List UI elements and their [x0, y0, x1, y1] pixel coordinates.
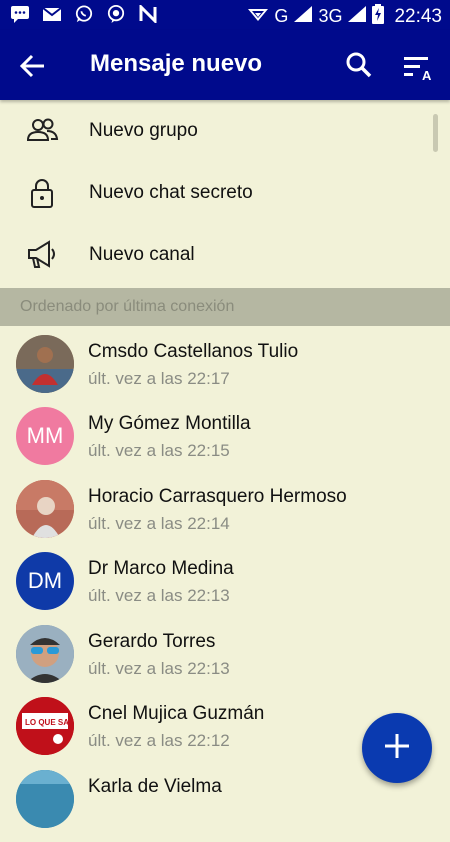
group-icon	[25, 114, 59, 148]
lock-icon	[25, 176, 59, 210]
signal-icon	[294, 6, 313, 27]
section-header-label: Ordenado por última conexión	[20, 298, 235, 315]
scrollbar-thumb[interactable]	[433, 114, 438, 152]
network-type-label: G	[274, 6, 289, 26]
contact-row[interactable]: Horacio Carrasquero Hermoso últ. vez a l…	[0, 480, 450, 552]
avatar	[16, 770, 74, 828]
svg-text:A: A	[422, 68, 432, 82]
avatar: DM	[16, 552, 74, 610]
avatar: LO QUE SABE	[16, 697, 74, 755]
contact-status: últ. vez a las 22:13	[88, 659, 230, 678]
new-group-label: Nuevo grupo	[89, 120, 198, 141]
contact-name: My Gómez Montilla	[88, 413, 251, 434]
contact-row[interactable]: Karla de Vielma	[0, 770, 450, 842]
contact-name: Gerardo Torres	[88, 631, 216, 652]
contact-row[interactable]: DM Dr Marco Medina últ. vez a las 22:13	[0, 552, 450, 624]
contact-status: últ. vez a las 22:17	[88, 369, 230, 388]
contact-status: últ. vez a las 22:13	[88, 586, 230, 605]
new-secret-chat-item[interactable]: Nuevo chat secreto	[0, 162, 450, 224]
new-channel-label: Nuevo canal	[89, 244, 195, 265]
contact-name: Karla de Vielma	[88, 776, 222, 797]
contact-name: Horacio Carrasquero Hermoso	[88, 486, 347, 507]
new-group-item[interactable]: Nuevo grupo	[0, 100, 450, 162]
contact-name: Cnel Mujica Guzmán	[88, 703, 265, 724]
search-icon[interactable]	[345, 51, 373, 79]
avatar	[16, 625, 74, 683]
avatar-logo-text: LO QUE SABE	[25, 718, 74, 727]
contact-row[interactable]: Gerardo Torres últ. vez a las 22:13	[0, 625, 450, 697]
new-secret-chat-label: Nuevo chat secreto	[89, 182, 253, 203]
messenger-icon	[106, 5, 126, 23]
sms-icon	[10, 5, 30, 23]
contact-status: últ. vez a las 22:15	[88, 441, 230, 460]
contact-status: últ. vez a las 22:12	[88, 731, 230, 750]
avatar	[16, 480, 74, 538]
battery-charging-icon	[372, 4, 385, 29]
section-header: Ordenado por última conexión	[0, 288, 450, 326]
sort-az-icon[interactable]: A	[402, 52, 436, 83]
gmail-icon	[42, 5, 62, 23]
contact-row[interactable]: Cmsdo Castellanos Tulio últ. vez a las 2…	[0, 335, 450, 407]
contact-status: últ. vez a las 22:14	[88, 514, 230, 533]
contact-row[interactable]: MM My Gómez Montilla últ. vez a las 22:1…	[0, 407, 450, 479]
avatar-initials: MM	[26, 423, 64, 448]
whatsapp-icon	[74, 5, 94, 23]
clock: 22:43	[394, 5, 442, 27]
avatar-initials: DM	[27, 568, 63, 593]
network-type-label-2: 3G	[318, 6, 343, 26]
arrow-left-icon[interactable]	[18, 52, 48, 80]
new-channel-item[interactable]: Nuevo canal	[0, 224, 450, 286]
contact-name: Cmsdo Castellanos Tulio	[88, 341, 299, 362]
contact-name: Dr Marco Medina	[88, 558, 234, 579]
plus-icon	[382, 731, 412, 766]
app-bar: Mensaje nuevo A	[0, 30, 450, 100]
megaphone-icon	[25, 238, 59, 272]
avatar	[16, 335, 74, 393]
wifi-icon	[248, 6, 269, 27]
page-title: Mensaje nuevo	[90, 50, 263, 77]
new-message-fab[interactable]	[362, 713, 432, 783]
status-bar: G 3G 22:43	[0, 0, 450, 30]
n-app-icon	[138, 3, 158, 25]
avatar: MM	[16, 407, 74, 465]
signal-icon-2	[348, 6, 367, 27]
